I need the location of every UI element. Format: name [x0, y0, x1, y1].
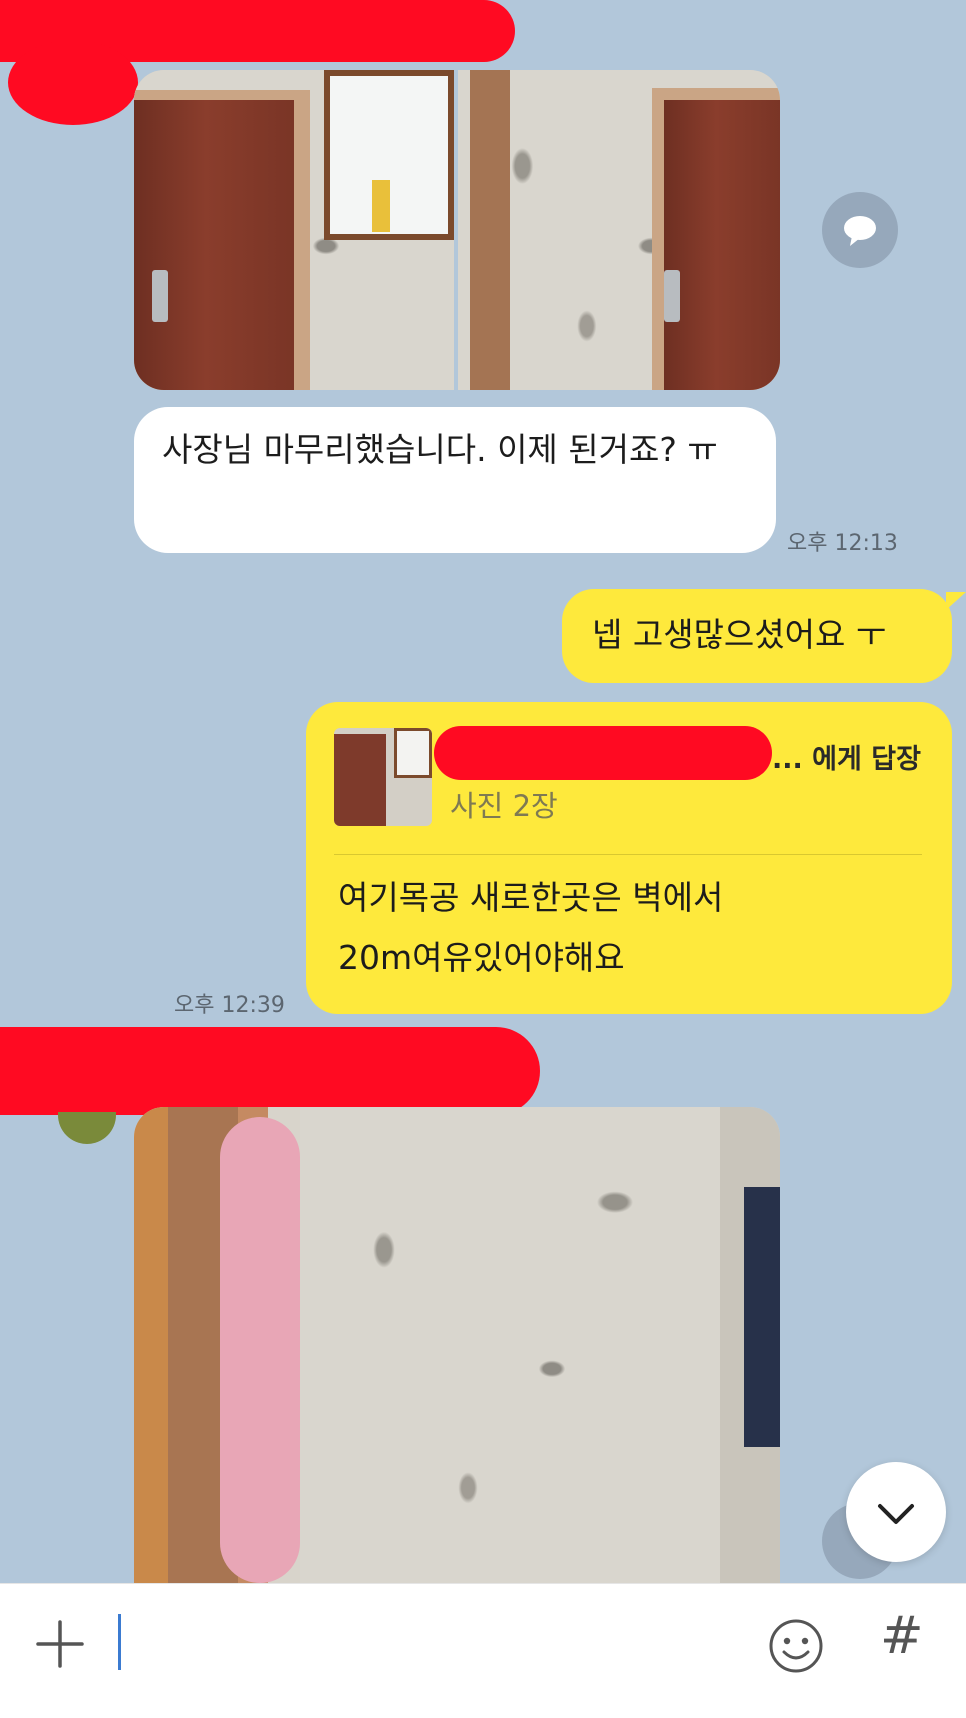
incoming-message-bubble[interactable]: 사장님 마무리했습니다. 이제 된거죠? ㅠ — [134, 407, 776, 553]
text-input-cursor[interactable] — [118, 1614, 121, 1670]
message-time: 오후 12:39 — [174, 993, 285, 1018]
reply-preview: 사진 2장 — [450, 789, 558, 823]
hashtag-icon[interactable]: # — [880, 1606, 924, 1666]
reply-message-bubble[interactable]: ... 에게 답장 사진 2장 여기목공 새로한곳은 벽에서 20m여유있어야해… — [306, 702, 952, 1014]
message-time: 오후 12:13 — [787, 531, 898, 556]
message-text-line-1: 여기목공 새로한곳은 벽에서 — [338, 878, 724, 917]
redacted-reply-recipient — [434, 726, 772, 780]
outgoing-message-bubble[interactable]: 넵 고생많으셨어요 ㅜ — [562, 589, 952, 683]
message-text-line-2: 20m여유있어야해요 — [338, 938, 625, 977]
chat-photo-3[interactable] — [134, 1107, 780, 1583]
plus-icon[interactable] — [28, 1612, 92, 1676]
message-text: 사장님 마무리했습니다. 이제 된거죠? ㅠ — [162, 430, 718, 469]
door — [664, 100, 780, 390]
redacted-avatar — [8, 40, 138, 125]
pink-foam — [220, 1117, 300, 1583]
scroll-to-bottom-button[interactable] — [846, 1462, 946, 1562]
chat-photo-1[interactable] — [134, 70, 454, 390]
avatar[interactable] — [58, 1112, 116, 1144]
reply-header: ... 에게 답장 — [772, 744, 921, 775]
reply-thumbnail — [334, 728, 432, 826]
bubble-tail — [946, 592, 966, 610]
redacted-sender-name — [0, 1027, 540, 1115]
message-text: 넵 고생많으셨어요 ㅜ — [592, 615, 887, 654]
speech-bubble-icon — [844, 216, 876, 246]
chat-photo-2[interactable] — [458, 70, 780, 390]
door — [134, 100, 294, 390]
share-button[interactable] — [822, 192, 898, 268]
reply-divider — [334, 854, 922, 855]
message-input-bar: # — [0, 1583, 966, 1718]
chevron-down-icon — [878, 1504, 914, 1524]
emoji-icon[interactable] — [764, 1614, 828, 1678]
